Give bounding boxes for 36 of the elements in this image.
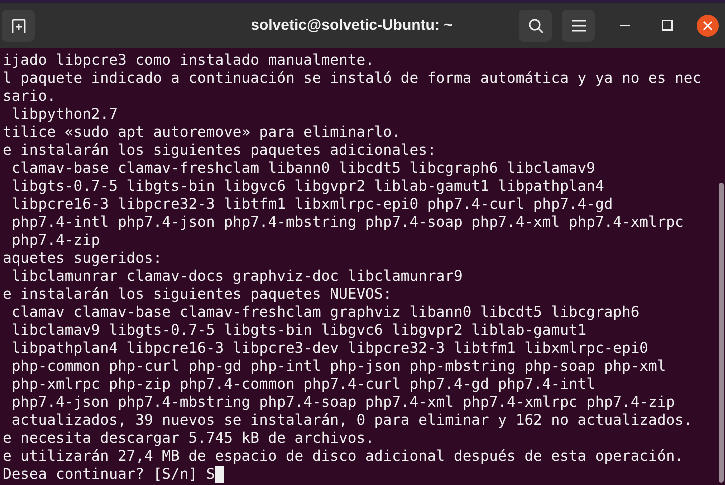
new-tab-icon xyxy=(10,18,26,34)
window-title: solvetic@solvetic-Ubuntu: ~ xyxy=(250,17,454,34)
terminal-line: clamav-base clamav-freshclam libann0 libcdt5 libcgraph6 libclamav9 xyxy=(10,160,596,178)
new-tab-button[interactable] xyxy=(2,10,35,42)
search-icon xyxy=(528,18,544,34)
search-button[interactable] xyxy=(519,10,552,42)
terminal-line: e utilizarán 27,4 MB de espacio de disco adicional después de esta operación. xyxy=(3,448,685,466)
terminal-line: php-xmlrpc php-zip php7.4-common php7.4-curl php7.4-gd php7.4-intl xyxy=(10,376,596,394)
terminal-line: e necesita descargar 5.745 kB de archivos. xyxy=(3,430,376,448)
minimize-icon xyxy=(620,24,630,26)
terminal-line: libpcre16-3 libpcre32-3 libtfm1 libxmlrpc-epi0 php7.4-curl php7.4-gd xyxy=(10,196,614,214)
terminal-line: php7.4-intl php7.4-json php7.4-mbstring php7.4-soap php7.4-xml php7.4-xmlrpc xyxy=(10,214,685,232)
terminal-prompt: Desea continuar? [S/n] S xyxy=(3,466,216,483)
terminal-line: aquetes sugeridos: xyxy=(3,250,164,268)
close-button[interactable] xyxy=(697,14,719,36)
terminal-line: e instalarán los siguientes paquetes NUEVOS: xyxy=(3,286,394,304)
maximize-icon xyxy=(662,20,672,31)
terminal-line: sario. xyxy=(3,88,58,106)
terminal-line: clamav clamav-base clamav-freshclam graphviz libann0 libcdt5 libcgraph6 xyxy=(10,304,641,322)
terminal-line: libclamunrar clamav-docs graphviz-doc libclamunrar9 xyxy=(10,268,464,286)
terminal-line: php-common php-curl php-gd php-intl php-json php-mbstring php-soap php-xml xyxy=(10,358,668,376)
terminal-line: tilice «sudo apt autoremove» para eliminarlo. xyxy=(3,124,402,142)
terminal-line: libclamav9 libgts-0.7-5 libgts-bin libgvc6 libgvpr2 liblab-gamut1 xyxy=(10,322,588,340)
terminal-line: php7.4-json php7.4-mbstring php7.4-soap php7.4-xml php7.4-xmlrpc php7.4-zip xyxy=(10,394,676,412)
terminal-line: actualizados, 39 nuevos se instalarán, 0 para eliminar y 162 no actualizados. xyxy=(10,412,694,430)
terminal-line: libgts-0.7-5 libgts-bin libgvc6 libgvpr2 liblab-gamut1 libpathplan4 xyxy=(10,178,606,196)
terminal-line: l paquete indicado a continuación se instaló de forma automática y ya no es nec xyxy=(3,70,703,88)
menu-icon xyxy=(572,20,586,32)
terminal-line: e instalarán los siguientes paquetes adicionales: xyxy=(3,142,438,160)
close-icon xyxy=(703,20,713,30)
terminal-line: ijado libpcre3 como instalado manualmente. xyxy=(3,52,376,70)
scrollbar[interactable] xyxy=(719,183,724,483)
terminal-line: libpathplan4 libpcre16-3 libpcre3-dev libpcre32-3 libtfm1 libxmlrpc-epi0 xyxy=(10,340,650,358)
terminal-line: php7.4-zip xyxy=(10,232,102,250)
menu-button[interactable] xyxy=(562,10,595,42)
terminal-line: libpython2.7 xyxy=(10,106,119,124)
